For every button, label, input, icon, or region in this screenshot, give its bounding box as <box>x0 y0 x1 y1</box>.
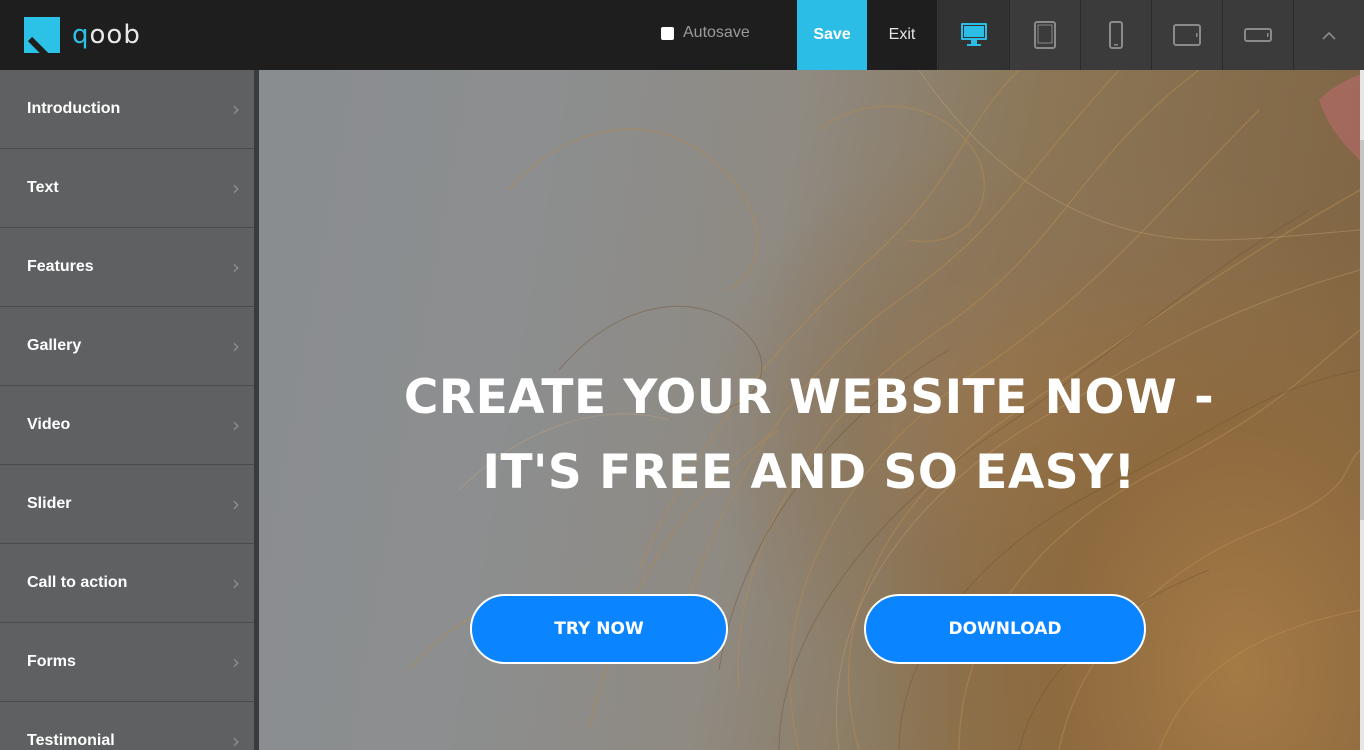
page-canvas[interactable]: CREATE YOUR WEBSITE NOW - IT'S FREE AND … <box>259 70 1360 750</box>
sidebar-item-text[interactable]: Text › <box>0 149 254 228</box>
sidebar-item-testimonial[interactable]: Testimonial › <box>0 702 254 750</box>
tablet-landscape-icon <box>1173 24 1201 46</box>
autosave-toggle[interactable]: Autosave <box>661 24 750 42</box>
device-phone-button[interactable] <box>1080 0 1151 70</box>
block-categories-sidebar: Introduction › Text › Features › Gallery… <box>0 70 254 750</box>
device-phone-landscape-button[interactable] <box>1222 0 1293 70</box>
autosave-checkbox[interactable] <box>661 26 674 40</box>
hero-heading: CREATE YOUR WEBSITE NOW - IT'S FREE AND … <box>403 370 1215 500</box>
phone-landscape-icon <box>1244 28 1272 42</box>
try-now-button[interactable]: TRY NOW <box>470 594 728 664</box>
chevron-right-icon: › <box>232 334 240 358</box>
desktop-icon <box>961 23 987 46</box>
sidebar-item-features[interactable]: Features › <box>0 228 254 307</box>
chevron-right-icon: › <box>232 97 240 121</box>
chevron-right-icon: › <box>232 413 240 437</box>
chevron-right-icon: › <box>232 176 240 200</box>
chevron-right-icon: › <box>232 492 240 516</box>
sidebar-item-video[interactable]: Video › <box>0 386 254 465</box>
sidebar-item-label: Forms <box>27 653 76 670</box>
sidebar-item-label: Call to action <box>27 574 128 591</box>
chevron-right-icon: › <box>232 571 240 595</box>
logo-text: qoob <box>72 20 141 50</box>
sidebar-item-label: Slider <box>27 495 72 512</box>
top-toolbar: qoob Autosave Save Exit <box>0 0 1364 70</box>
collapse-toolbar-button[interactable] <box>1293 0 1364 70</box>
chevron-right-icon: › <box>232 729 240 750</box>
save-button[interactable]: Save <box>797 0 867 70</box>
sidebar-item-call-to-action[interactable]: Call to action › <box>0 544 254 623</box>
autosave-label: Autosave <box>683 24 750 41</box>
page-scrollbar-thumb[interactable] <box>1360 140 1364 520</box>
sidebar-item-label: Gallery <box>27 337 82 354</box>
device-tablet-button[interactable] <box>1009 0 1080 70</box>
tablet-icon <box>1034 21 1056 49</box>
download-button[interactable]: DOWNLOAD <box>864 594 1146 664</box>
sidebar-item-slider[interactable]: Slider › <box>0 465 254 544</box>
chevron-right-icon: › <box>232 650 240 674</box>
sidebar-item-gallery[interactable]: Gallery › <box>0 307 254 386</box>
exit-button[interactable]: Exit <box>867 0 938 70</box>
sidebar-item-label: Video <box>27 416 71 433</box>
chevron-right-icon: › <box>232 255 240 279</box>
phone-icon <box>1109 21 1123 49</box>
sidebar-item-introduction[interactable]: Introduction › <box>0 70 254 149</box>
sidebar-item-forms[interactable]: Forms › <box>0 623 254 702</box>
sidebar-item-label: Text <box>27 179 59 196</box>
device-desktop-button[interactable] <box>938 0 1009 70</box>
logo[interactable]: qoob <box>24 17 141 53</box>
logo-mark-icon <box>24 17 60 53</box>
chevron-up-icon <box>1322 31 1336 40</box>
sidebar-item-label: Features <box>27 258 94 275</box>
device-tablet-landscape-button[interactable] <box>1151 0 1222 70</box>
sidebar-item-label: Introduction <box>27 100 121 117</box>
sidebar-item-label: Testimonial <box>27 732 115 749</box>
